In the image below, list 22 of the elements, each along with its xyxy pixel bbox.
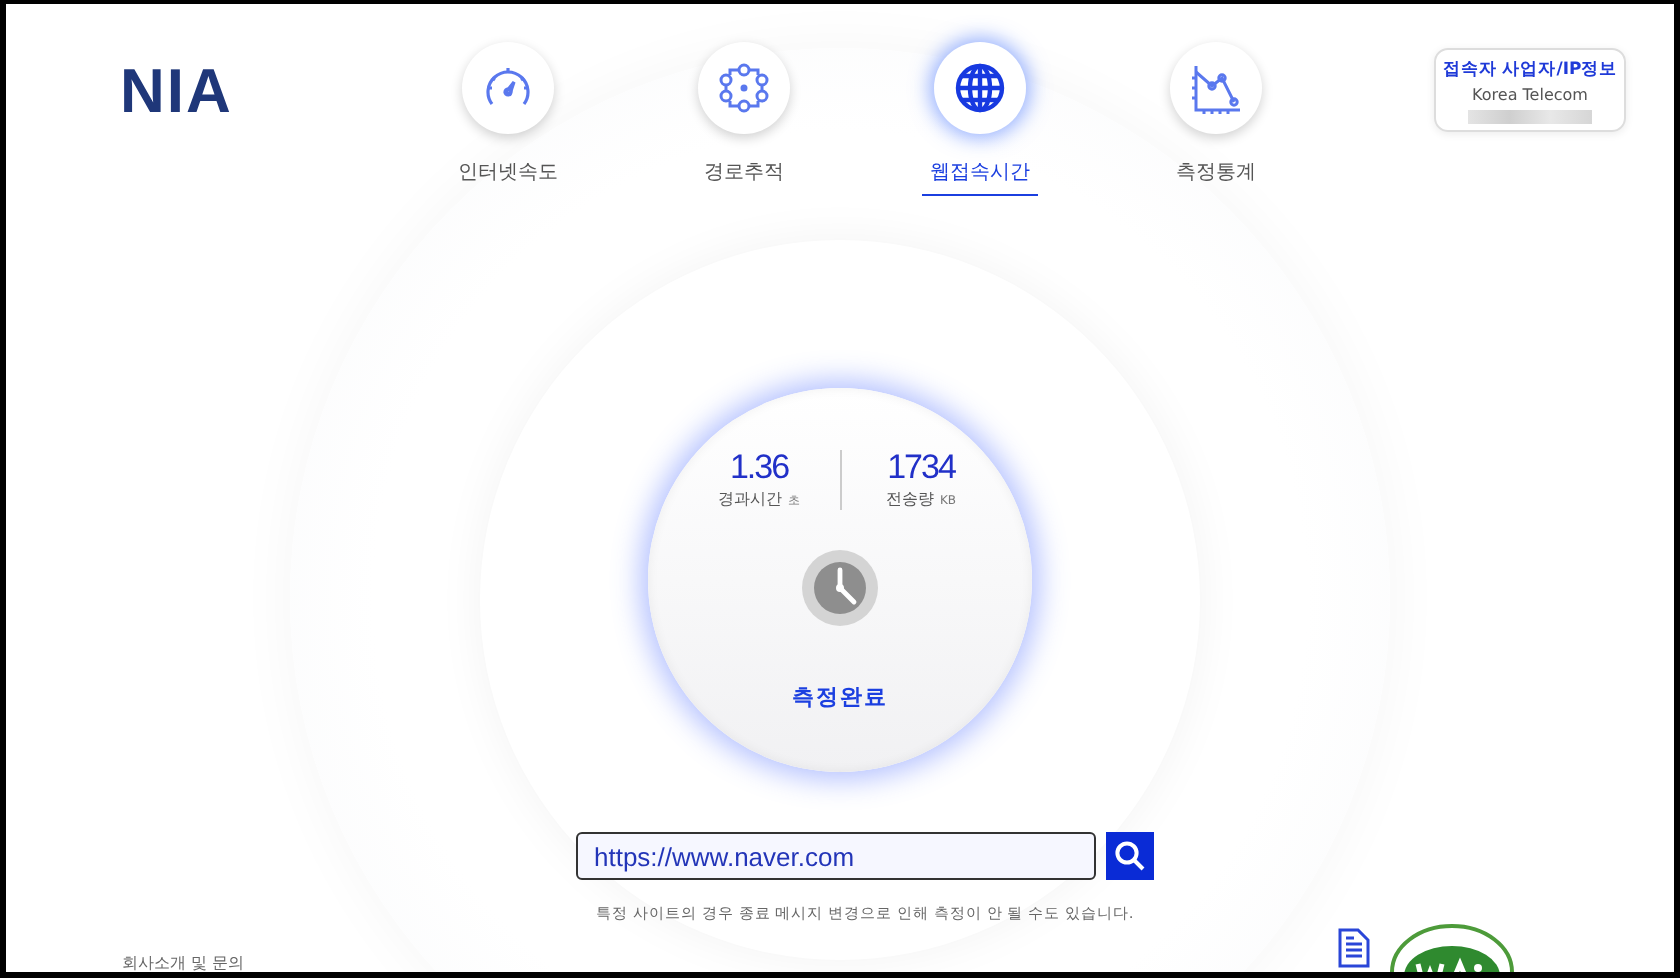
isp-title: 접속자 사업자/IP정보 xyxy=(1442,58,1618,82)
chart-icon xyxy=(1188,60,1244,116)
nav-tab[interactable]: 경로추적 xyxy=(656,42,832,196)
metric-label: 경과시간 xyxy=(718,488,782,510)
metric-label: 전송량 xyxy=(885,488,934,510)
nav-tab[interactable]: 측정통계 xyxy=(1128,42,1304,196)
logo[interactable]: NIA xyxy=(120,56,420,128)
metric-value: 1.36 xyxy=(729,448,789,488)
footer-link[interactable]: 회사소개 및 문의 xyxy=(122,953,245,972)
globe-icon xyxy=(952,60,1008,116)
url-input[interactable]: https://www.naver.com xyxy=(576,832,1096,880)
blurred-ip xyxy=(1468,110,1592,124)
document-icon[interactable] xyxy=(1338,928,1370,968)
clock-icon xyxy=(802,550,878,626)
metric-value: 1734 xyxy=(887,448,955,488)
isp-provider: Korea Telecom xyxy=(1472,86,1588,104)
status-text: 측정완료 xyxy=(792,682,888,712)
nav-tab[interactable]: 인터넷속도 xyxy=(420,42,596,196)
search-button[interactable] xyxy=(1106,832,1154,880)
search-icon xyxy=(1114,840,1146,872)
nav-tab[interactable]: 웹접속시간 xyxy=(892,42,1068,196)
network-icon xyxy=(718,62,770,114)
